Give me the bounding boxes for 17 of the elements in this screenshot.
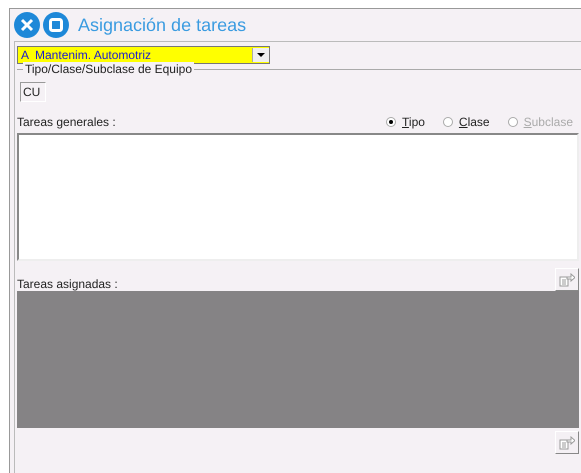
- caret-icon: [257, 53, 265, 57]
- dropdown[interactable]: A Mantenim. Automotriz: [17, 46, 270, 64]
- equipment-code-field[interactable]: CU: [20, 82, 46, 102]
- close-icon[interactable]: [14, 12, 40, 38]
- radio-button[interactable]: [442, 117, 453, 127]
- window-title: Asignación de tareas: [78, 14, 246, 36]
- maximize-icon[interactable]: [43, 12, 69, 38]
- radio-button[interactable]: [386, 117, 396, 127]
- document-arrow-icon: [559, 272, 575, 286]
- assigned-tasks-label: Tareas asignadas :: [17, 277, 118, 291]
- general-tasks-label: Tareas generales :: [17, 115, 116, 129]
- assign-button[interactable]: [555, 268, 579, 291]
- group-label: Tipo/Clase/Subclase de Equipo: [23, 62, 194, 76]
- radio-label[interactable]: Tipo: [402, 115, 425, 129]
- unassign-button[interactable]: [555, 431, 579, 454]
- document-arrow-icon: [559, 436, 575, 450]
- radio-label[interactable]: Clase: [458, 115, 490, 129]
